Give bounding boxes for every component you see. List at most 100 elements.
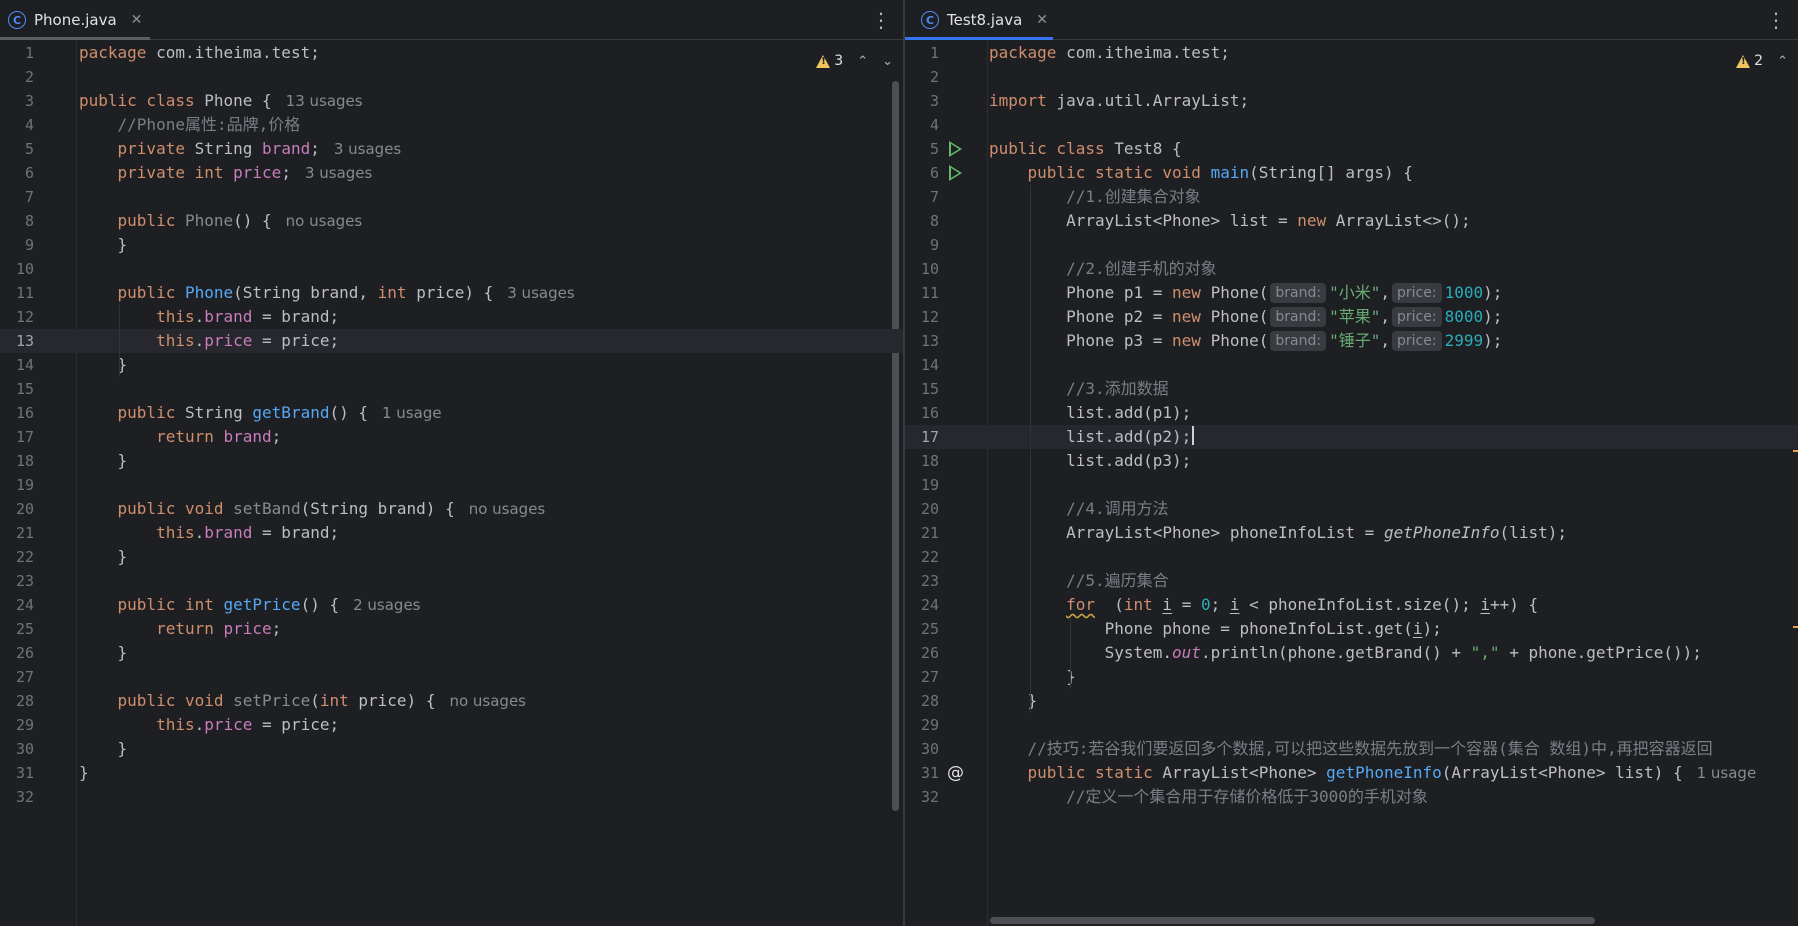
line-number[interactable]: 29 [905, 713, 939, 737]
code-line[interactable]: 18 list.add(p3); [905, 449, 1798, 473]
code-line[interactable]: 13 Phone p3 = new Phone(brand: "锤子", price… [905, 329, 1798, 353]
code-line[interactable]: 31} [0, 761, 903, 785]
run-gutter-icon[interactable] [949, 141, 962, 157]
code-line[interactable]: 15 [0, 377, 903, 401]
code-line[interactable]: 17 list.add(p2); [905, 425, 1798, 449]
line-number[interactable]: 21 [0, 521, 34, 545]
usage-hint[interactable]: no usages [469, 500, 546, 518]
usage-hint[interactable]: no usages [449, 692, 526, 710]
horizontal-scrollbar[interactable] [990, 917, 1595, 924]
code-line[interactable]: 26 System.out.println(phone.getBrand() +… [905, 641, 1798, 665]
code-line[interactable]: 4 //Phone属性:品牌,价格 [0, 113, 903, 137]
line-number[interactable]: 1 [905, 41, 939, 65]
line-number[interactable]: 16 [0, 401, 34, 425]
code-line[interactable]: 6 public static void main(String[] args)… [905, 161, 1798, 185]
code-line[interactable]: 29 this.price = price; [0, 713, 903, 737]
usage-hint[interactable]: 13 usages [286, 92, 363, 110]
code-line[interactable]: 5 public class Test8 { [905, 137, 1798, 161]
code-line[interactable]: 2 [0, 65, 903, 89]
tab-test8-java[interactable]: C Test8.java ✕ [913, 0, 1060, 40]
code-line[interactable]: 18 } [0, 449, 903, 473]
code-line[interactable]: 24 public int getPrice() {2 usages [0, 593, 903, 617]
line-number[interactable]: 18 [0, 449, 34, 473]
code-line[interactable]: 31 public static ArrayList<Phone> getPho… [905, 761, 1798, 785]
line-number[interactable]: 27 [905, 665, 939, 689]
line-number[interactable]: 27 [0, 665, 34, 689]
line-number[interactable]: 26 [0, 641, 34, 665]
code-line[interactable]: 23 //5.遍历集合 [905, 569, 1798, 593]
close-tab-icon[interactable]: ✕ [131, 12, 143, 28]
code-line[interactable]: 19 [905, 473, 1798, 497]
line-number[interactable]: 23 [905, 569, 939, 593]
code-line[interactable]: 7 //1.创建集合对象 [905, 185, 1798, 209]
code-line[interactable]: 29 [905, 713, 1798, 737]
line-number[interactable]: 1 [0, 41, 34, 65]
more-options-icon[interactable]: ⋮ [1766, 8, 1786, 32]
line-number[interactable]: 32 [0, 785, 34, 809]
line-number[interactable]: 24 [905, 593, 939, 617]
implementation-gutter-icon[interactable]: @ [947, 761, 964, 785]
line-number[interactable]: 15 [905, 377, 939, 401]
code-line[interactable]: 13 this.price = price; [0, 329, 903, 353]
line-number[interactable]: 13 [0, 329, 34, 353]
line-number[interactable]: 5 [0, 137, 34, 161]
code-line[interactable]: 10 [0, 257, 903, 281]
code-line[interactable]: 4 [905, 113, 1798, 137]
line-number[interactable]: 28 [0, 689, 34, 713]
code-line[interactable]: 25 return price; [0, 617, 903, 641]
close-tab-icon[interactable]: ✕ [1036, 12, 1048, 28]
usage-hint[interactable]: 3 usages [305, 164, 372, 182]
code-line[interactable]: 28 public void setPrice(int price) {no u… [0, 689, 903, 713]
usage-hint[interactable]: 2 usages [353, 596, 420, 614]
code-line[interactable]: 28 } [905, 689, 1798, 713]
line-number[interactable]: 14 [0, 353, 34, 377]
code-line[interactable]: 16 list.add(p1); [905, 401, 1798, 425]
line-number[interactable]: 4 [0, 113, 34, 137]
code-line[interactable]: 7 [0, 185, 903, 209]
line-number[interactable]: 30 [0, 737, 34, 761]
line-number[interactable]: 25 [0, 617, 34, 641]
usage-hint[interactable]: no usages [286, 212, 363, 230]
line-number[interactable]: 5 [905, 137, 939, 161]
code-line[interactable]: 32 //定义一个集合用于存储价格低于3000的手机对象 [905, 785, 1798, 809]
line-number[interactable]: 29 [0, 713, 34, 737]
line-number[interactable]: 7 [0, 185, 34, 209]
line-number[interactable]: 14 [905, 353, 939, 377]
code-line[interactable]: 12 Phone p2 = new Phone(brand: "苹果", price… [905, 305, 1798, 329]
code-line[interactable]: 23 [0, 569, 903, 593]
line-number[interactable]: 2 [0, 65, 34, 89]
line-number[interactable]: 4 [905, 113, 939, 137]
usage-hint[interactable]: 3 usages [334, 140, 401, 158]
line-number[interactable]: 23 [0, 569, 34, 593]
code-line[interactable]: 1 package com.itheima.test; [905, 41, 1798, 65]
usage-hint[interactable]: 1 usage [1697, 764, 1757, 782]
code-line[interactable]: 9 } [0, 233, 903, 257]
code-line[interactable]: 30 //技巧:若谷我们要返回多个数据,可以把这些数据先放到一个容器(集合 数组… [905, 737, 1798, 761]
line-number[interactable]: 15 [0, 377, 34, 401]
code-line[interactable]: 16 public String getBrand() {1 usage [0, 401, 903, 425]
code-line[interactable]: 3 public class Phone {13 usages [0, 89, 903, 113]
line-number[interactable]: 11 [905, 281, 939, 305]
line-number[interactable]: 26 [905, 641, 939, 665]
code-line[interactable]: 32 [0, 785, 903, 809]
code-line[interactable]: 12 this.brand = brand; [0, 305, 903, 329]
line-number[interactable]: 7 [905, 185, 939, 209]
tab-phone-java[interactable]: C Phone.java ✕ [0, 0, 154, 40]
line-number[interactable]: 6 [0, 161, 34, 185]
code-line[interactable]: 1 package com.itheima.test; [0, 41, 903, 65]
line-number[interactable]: 9 [905, 233, 939, 257]
code-line[interactable]: 14 } [0, 353, 903, 377]
code-line[interactable]: 15 //3.添加数据 [905, 377, 1798, 401]
code-line[interactable]: 27 [0, 665, 903, 689]
code-line[interactable]: 2 [905, 65, 1798, 89]
line-number[interactable]: 19 [905, 473, 939, 497]
line-number[interactable]: 13 [905, 329, 939, 353]
code-line[interactable]: 6 private int price; 3 usages [0, 161, 903, 185]
code-line[interactable]: 19 [0, 473, 903, 497]
code-line[interactable]: 22 } [0, 545, 903, 569]
code-line[interactable]: 5 private String brand; 3 usages [0, 137, 903, 161]
run-gutter-icon[interactable] [949, 165, 962, 181]
code-line[interactable]: 26 } [0, 641, 903, 665]
line-number[interactable]: 8 [905, 209, 939, 233]
line-number[interactable]: 17 [0, 425, 34, 449]
